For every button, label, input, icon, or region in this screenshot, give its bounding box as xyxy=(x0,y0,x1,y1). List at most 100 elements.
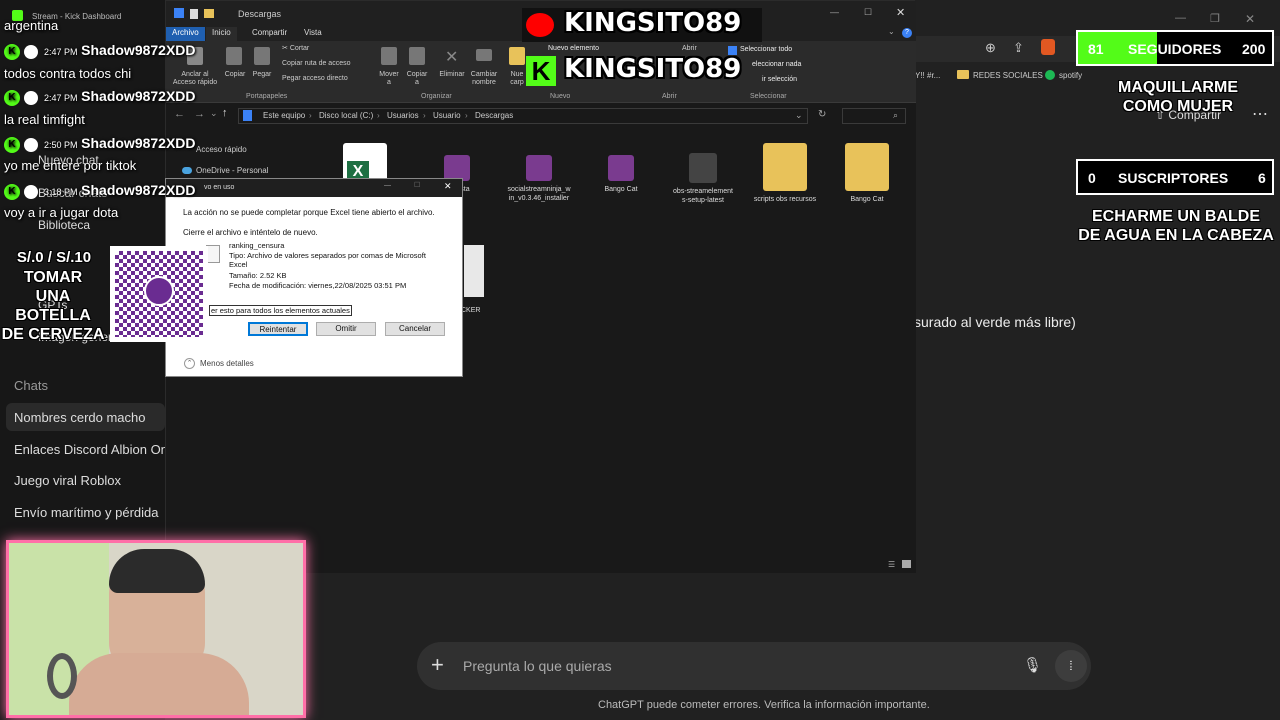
rename-button[interactable]: Cambiar nombre xyxy=(468,43,500,89)
breadcrumb-separator: › xyxy=(377,111,380,120)
chat-item[interactable]: Envío marítimo y pérdida xyxy=(14,505,159,520)
brave-shield-icon[interactable] xyxy=(1041,39,1055,55)
address-row: ← → ⌄ ↑ Este equipo › Disco local (C:) ›… xyxy=(166,103,916,129)
paste-icon xyxy=(254,47,270,65)
breadcrumb-item[interactable]: Usuarios xyxy=(387,111,419,120)
new-item-button[interactable]: Nuevo elemento xyxy=(548,45,599,53)
address-bar[interactable]: Este equipo › Disco local (C:) › Usuario… xyxy=(238,108,808,124)
cut-label: Cortar xyxy=(289,45,310,52)
breadcrumb-item[interactable]: Descargas xyxy=(475,111,513,120)
tab-compartir[interactable]: Compartir xyxy=(246,27,293,41)
file-item[interactable]: socialstreamninja_w in_v0.3.46_installer xyxy=(503,137,575,217)
group-select: Seleccionar xyxy=(750,93,787,100)
breadcrumb-item[interactable]: Este equipo xyxy=(263,111,305,120)
maximize-icon[interactable]: ❐ xyxy=(1210,12,1220,25)
voice-mode-icon[interactable]: ⦙ xyxy=(1055,650,1087,682)
expand-ribbon-icon[interactable]: ⌄ xyxy=(888,27,895,36)
breadcrumb-item[interactable]: Usuario xyxy=(433,111,461,120)
chats-header: Chats xyxy=(14,378,48,393)
back-icon[interactable]: ← xyxy=(174,108,185,120)
bookmark-item[interactable]: spotify xyxy=(1059,71,1082,80)
large-icons-view-icon[interactable] xyxy=(902,560,911,568)
minimize-icon[interactable]: — xyxy=(830,7,839,17)
up-icon[interactable]: ↑ xyxy=(222,107,228,119)
chat-item[interactable]: Juego viral Roblox xyxy=(14,473,121,488)
subs-goal-bar: 0 SUSCRIPTORES 6 xyxy=(1076,159,1274,195)
kick-badge-icon: K xyxy=(4,136,20,153)
recent-icon[interactable]: ⌄ xyxy=(210,108,218,119)
tab-vista[interactable]: Vista xyxy=(298,27,328,41)
breadcrumb-separator: › xyxy=(423,111,426,120)
copy-to-button[interactable]: Copiar a xyxy=(404,43,430,89)
close-icon[interactable]: ✕ xyxy=(1245,12,1255,26)
help-icon[interactable]: ? xyxy=(902,28,912,38)
chat-message-fragment: surado al verde más libre) xyxy=(914,314,1076,330)
followers-reward: MAQUILLARME COMO MUJER xyxy=(1118,79,1238,115)
move-to-button[interactable]: Mover a xyxy=(376,43,402,89)
folder-item[interactable]: scripts obs recursos xyxy=(749,137,821,217)
invert-selection-button[interactable]: ir selección xyxy=(762,76,797,84)
bookmark-folder[interactable]: REDES SOCIALES xyxy=(973,71,1043,80)
youtube-icon xyxy=(526,13,554,37)
search-input[interactable]: ⌕ xyxy=(842,108,906,124)
breadcrumb-item[interactable]: Disco local (C:) xyxy=(319,111,373,120)
copy-button[interactable]: Copiar xyxy=(222,43,246,89)
copy-path-button[interactable]: Copiar ruta de acceso xyxy=(282,60,350,68)
bookmark-item[interactable]: Y!! #r... xyxy=(915,71,940,80)
zoom-icon[interactable]: ⊕ xyxy=(985,40,996,56)
yape-logo-icon xyxy=(144,276,174,306)
chat-item[interactable]: Enlaces Discord Albion Onlin xyxy=(14,442,181,457)
tab-archivo[interactable]: Archivo xyxy=(166,27,205,41)
prompt-input[interactable]: Pregunta lo que quieras xyxy=(463,658,612,674)
chat-header: K 3:18 PM Shadow9872XDD xyxy=(4,182,196,200)
close-icon[interactable]: ✕ xyxy=(444,181,452,192)
chevron-up-icon[interactable]: ⌃ xyxy=(184,358,195,369)
file-item[interactable]: obs-streamelement s-setup-latest xyxy=(667,137,739,217)
donation-price: S/.0 / S/.10 xyxy=(16,249,92,266)
folder-item[interactable]: Bango Cat xyxy=(831,137,903,217)
delete-button[interactable]: ✕ Eliminar xyxy=(436,43,468,89)
file-item[interactable]: Bango Cat xyxy=(585,137,657,217)
plus-icon[interactable]: + xyxy=(431,652,444,678)
details-view-icon[interactable]: ☰ xyxy=(888,560,895,569)
rename-label: Cambiar nombre xyxy=(470,71,498,86)
new-folder-icon[interactable] xyxy=(204,9,214,18)
delete-icon: ✕ xyxy=(445,49,459,66)
tab-inicio[interactable]: Inicio xyxy=(206,27,237,41)
search-icon: ⌕ xyxy=(893,110,899,120)
paste-label: Pegar xyxy=(252,71,272,78)
retry-button[interactable]: Reintentar xyxy=(248,322,308,336)
bookmarks-bar: Y!! #r... REDES SOCIALES spotify xyxy=(915,66,1115,86)
close-icon[interactable]: ✕ xyxy=(896,6,905,19)
skip-button[interactable]: Omitir xyxy=(316,322,376,336)
less-details-button[interactable]: Menos detalles xyxy=(200,359,254,368)
maximize-icon: ☐ xyxy=(414,182,421,189)
cancel-button[interactable]: Cancelar xyxy=(385,322,445,336)
cut-button[interactable]: ✂ Cortar xyxy=(282,45,309,53)
minimize-icon[interactable]: — xyxy=(384,182,391,189)
library-button[interactable]: Biblioteca xyxy=(38,218,90,232)
followers-label: SEGUIDORES xyxy=(1128,41,1222,57)
paste-button[interactable]: Pegar xyxy=(250,43,274,89)
chat-username: Shadow9872XDD xyxy=(81,88,196,104)
nav-quick-access[interactable]: Acceso rápido xyxy=(196,145,247,154)
forward-icon[interactable]: → xyxy=(194,108,205,120)
open-button[interactable]: Abrir xyxy=(682,45,697,53)
apply-to-all-checkbox[interactable]: er esto para todos los elementos actuale… xyxy=(209,305,352,316)
select-all-button[interactable]: Seleccionar todo xyxy=(740,46,792,54)
microphone-icon[interactable]: 🎙 xyxy=(1023,656,1042,674)
breadcrumb-separator: › xyxy=(465,111,468,120)
properties-icon[interactable] xyxy=(190,9,198,19)
minimize-icon[interactable]: — xyxy=(1175,12,1186,24)
nav-onedrive[interactable]: OneDrive - Personal xyxy=(196,166,268,175)
chat-message: la real timfight xyxy=(4,112,85,127)
chevron-down-icon[interactable]: ⌄ xyxy=(795,110,803,121)
paste-shortcut-button[interactable]: Pegar acceso directo xyxy=(282,75,348,83)
share-icon[interactable]: ⇪ xyxy=(1013,40,1024,56)
maximize-icon[interactable]: ☐ xyxy=(864,7,872,18)
chat-header: K 2:47 PM Shadow9872XDD xyxy=(4,42,196,60)
file-name[interactable]: CKER xyxy=(461,307,480,314)
chat-item[interactable]: Nombres cerdo macho xyxy=(14,410,146,425)
chat-message: yo me entere por tiktok xyxy=(4,158,137,173)
refresh-icon[interactable]: ↻ xyxy=(818,109,826,120)
